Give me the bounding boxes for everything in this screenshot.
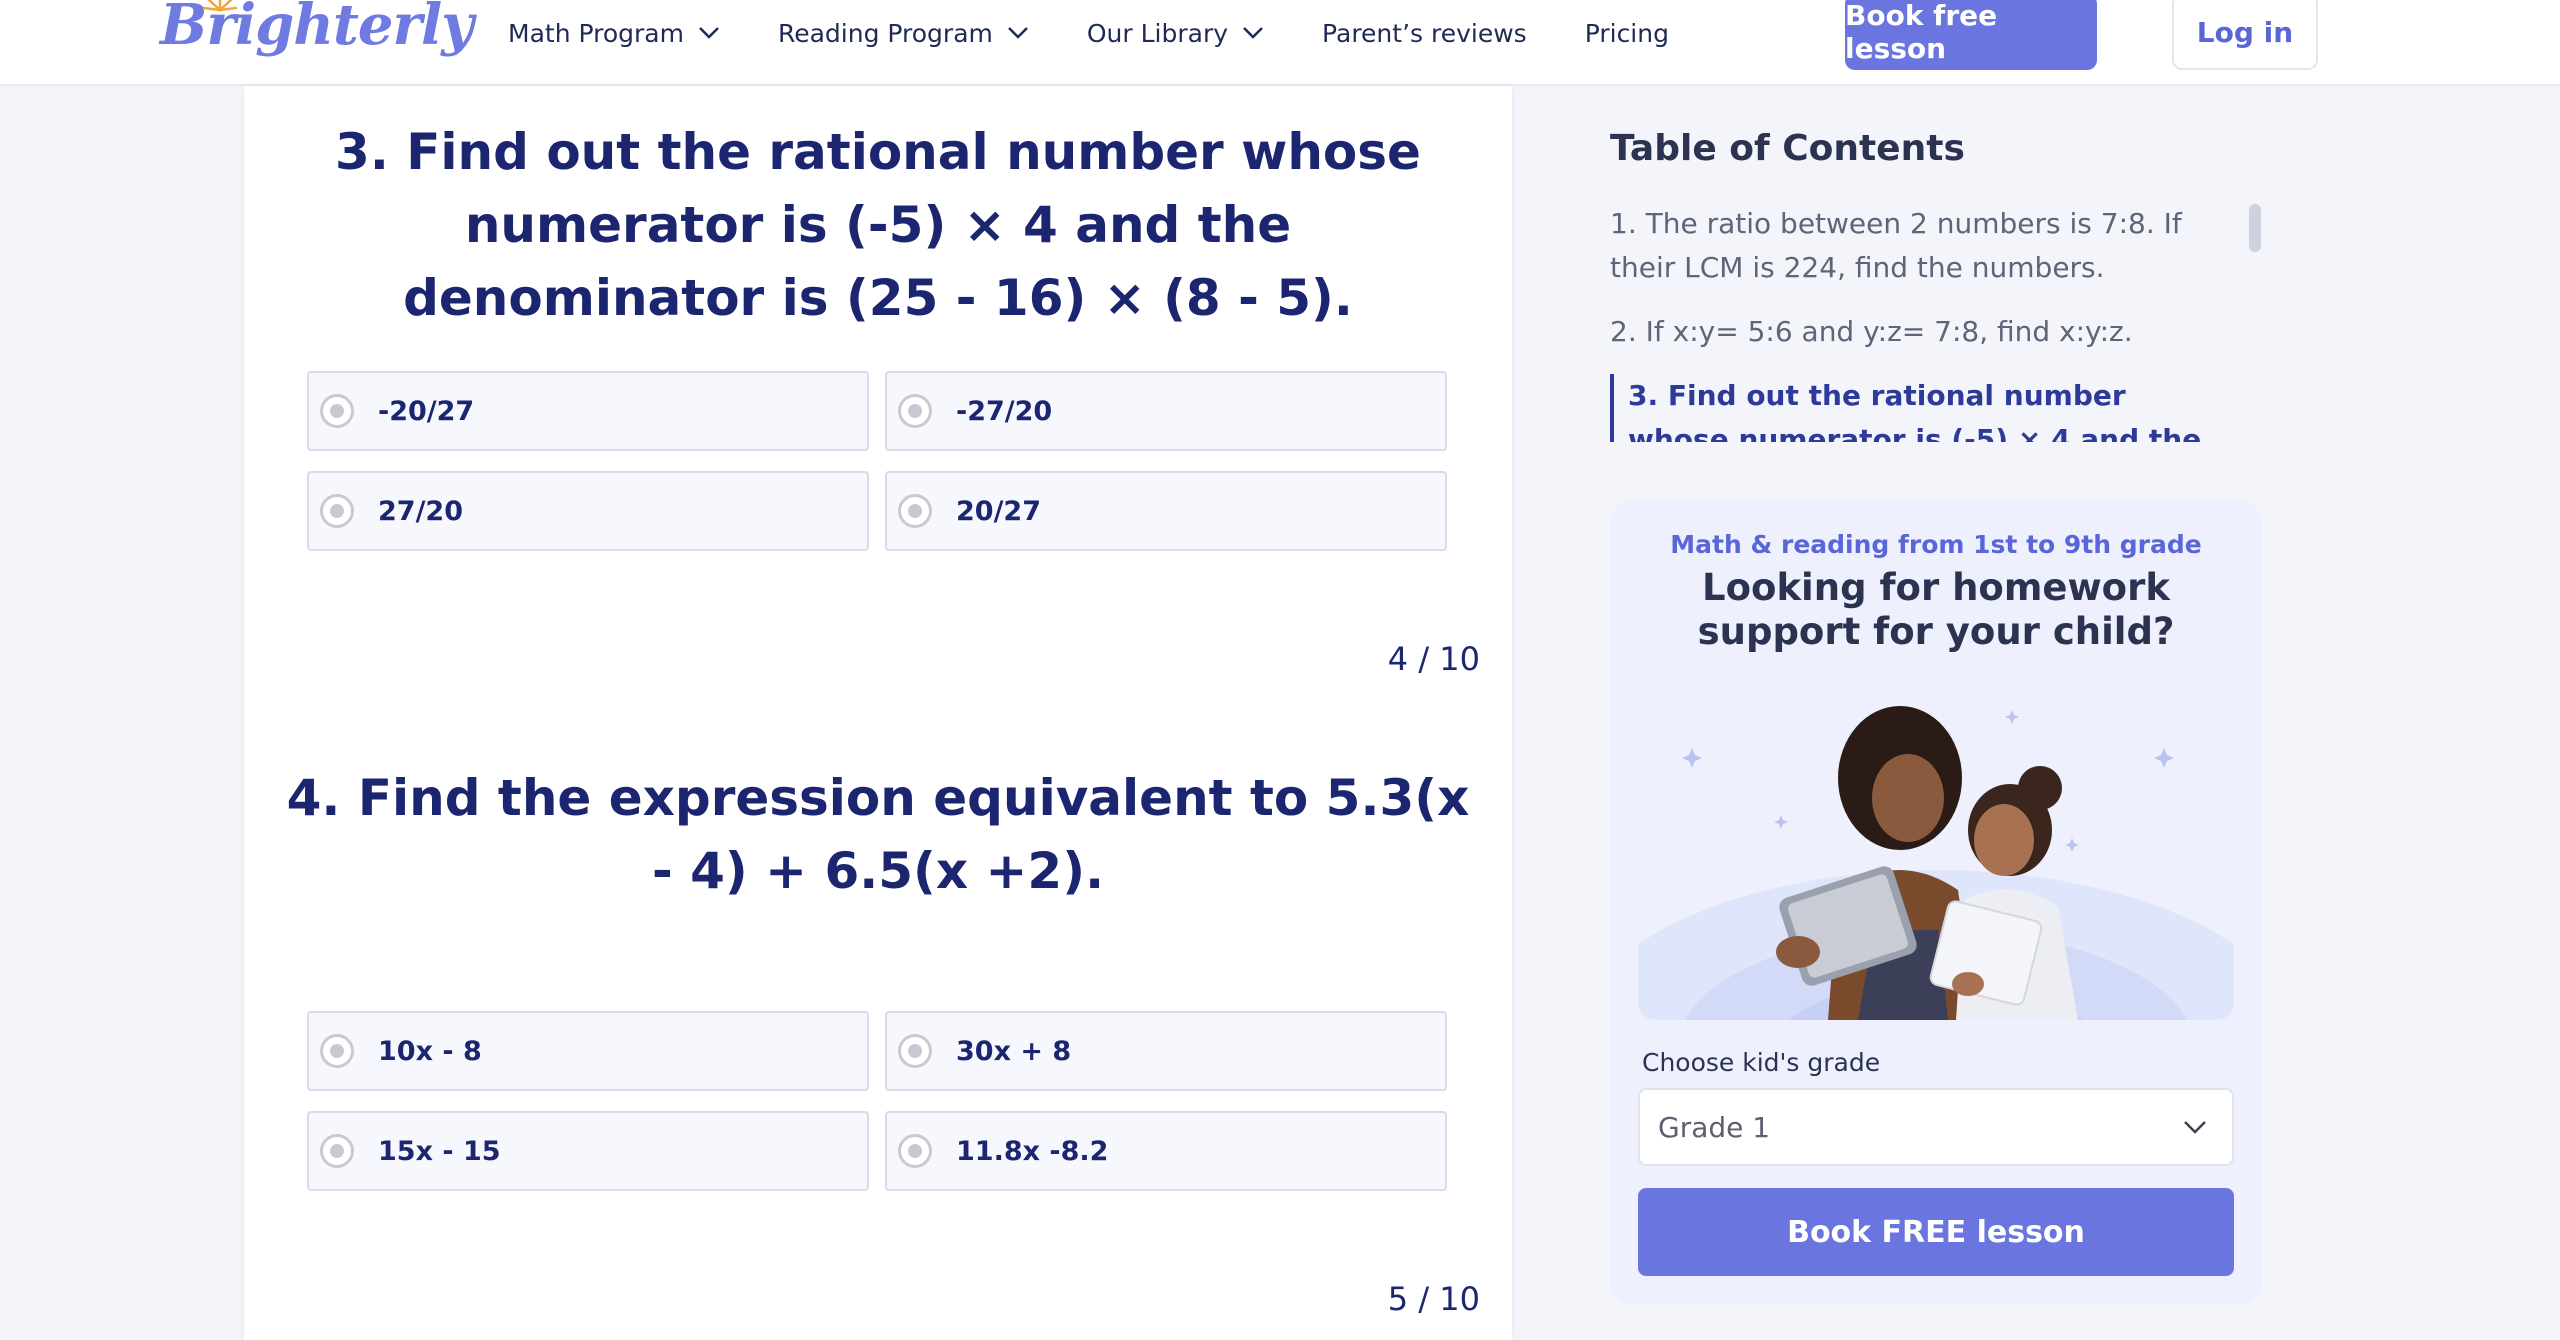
grade-label: Choose kid's grade	[1642, 1048, 1881, 1077]
answer-option[interactable]: 20/27	[885, 471, 1447, 551]
grade-select-value: Grade 1	[1658, 1110, 1771, 1144]
answer-label: 27/20	[378, 495, 464, 527]
question-counter: 4 / 10	[1387, 640, 1480, 678]
question-counter: 5 / 10	[1387, 1280, 1480, 1318]
toc-item[interactable]: 1. The ratio between 2 numbers is 7:8. I…	[1610, 202, 2230, 290]
answer-option[interactable]: 10x - 8	[307, 1011, 869, 1091]
radio-icon	[898, 494, 932, 528]
question-title: 3. Find out the rational number whose nu…	[335, 123, 1421, 327]
nav-label: Our Library	[1086, 18, 1229, 48]
toc-title: Table of Contents	[1610, 128, 1965, 169]
answer-option[interactable]: 15x - 15	[307, 1111, 869, 1191]
answer-label: 11.8x -8.2	[956, 1135, 1109, 1167]
grade-select[interactable]: Grade 1	[1638, 1088, 2234, 1166]
answer-label: -27/20	[956, 395, 1053, 427]
chevron-down-icon	[699, 27, 719, 39]
nav-label: Reading Program	[777, 18, 993, 48]
book-free-lesson-cta-button[interactable]: Book FREE lesson	[1638, 1188, 2234, 1276]
nav-parents-reviews[interactable]: Parent’s reviews	[1322, 19, 1527, 48]
nav-our-library[interactable]: Our Library	[1087, 19, 1264, 48]
answer-option[interactable]: 11.8x -8.2	[885, 1111, 1447, 1191]
answer-label: 30x + 8	[956, 1035, 1072, 1067]
answer-label: 20/27	[956, 495, 1042, 527]
brighterly-logo[interactable]: Brighterly	[160, 0, 474, 72]
site-header: Brighterly Math Program Reading Program …	[0, 0, 2560, 86]
book-free-lesson-button[interactable]: Book free lesson	[1845, 0, 2097, 70]
radio-icon	[898, 394, 932, 428]
nav-reading-program[interactable]: Reading Program	[778, 19, 1029, 48]
chevron-down-icon	[1243, 27, 1263, 39]
chevron-down-icon	[2184, 1121, 2206, 1134]
toc-item[interactable]: 2. If x:y= 5:6 and y:z= 7:8, find x:y:z.	[1610, 310, 2230, 354]
radio-icon	[898, 1034, 932, 1068]
promo-title: Looking for homework support for your ch…	[1697, 566, 2175, 653]
nav-label: Pricing	[1584, 18, 1669, 48]
promo-subtitle: Math & reading from 1st to 9th grade	[1670, 530, 2202, 559]
toc-item-active[interactable]: 3. Find out the rational number whose nu…	[1610, 374, 2230, 442]
nav-label: Parent’s reviews	[1322, 18, 1527, 48]
radio-icon	[320, 1134, 354, 1168]
sun-icon	[202, 0, 238, 12]
answer-option[interactable]: -20/27	[307, 371, 869, 451]
answer-label: -20/27	[378, 395, 475, 427]
log-in-button[interactable]: Log in	[2172, 0, 2318, 70]
nav-label: Math Program	[508, 18, 684, 48]
radio-icon	[320, 494, 354, 528]
chevron-down-icon	[1007, 27, 1028, 39]
answer-option[interactable]: -27/20	[885, 371, 1447, 451]
nav-math-program[interactable]: Math Program	[508, 19, 720, 48]
radio-icon	[320, 1034, 354, 1068]
answer-label: 15x - 15	[378, 1135, 501, 1167]
nav-pricing[interactable]: Pricing	[1585, 19, 1669, 48]
mother-daughter-tablet-image	[1638, 700, 2234, 1020]
promo-card: Math & reading from 1st to 9th grade Loo…	[1610, 500, 2262, 1304]
toc-scrollbar[interactable]	[2249, 204, 2261, 252]
toc-list[interactable]: 1. The ratio between 2 numbers is 7:8. I…	[1610, 202, 2230, 442]
radio-icon	[320, 394, 354, 428]
main-nav: Math Program Reading Program Our Library…	[508, 0, 1727, 66]
question-title: 4. Find the expression equivalent to 5.3…	[286, 769, 1470, 900]
answer-option[interactable]: 30x + 8	[885, 1011, 1447, 1091]
answer-option[interactable]: 27/20	[307, 471, 869, 551]
answer-label: 10x - 8	[378, 1035, 482, 1067]
quiz-panel: 3. Find out the rational number whose nu…	[244, 86, 1512, 1340]
radio-icon	[898, 1134, 932, 1168]
